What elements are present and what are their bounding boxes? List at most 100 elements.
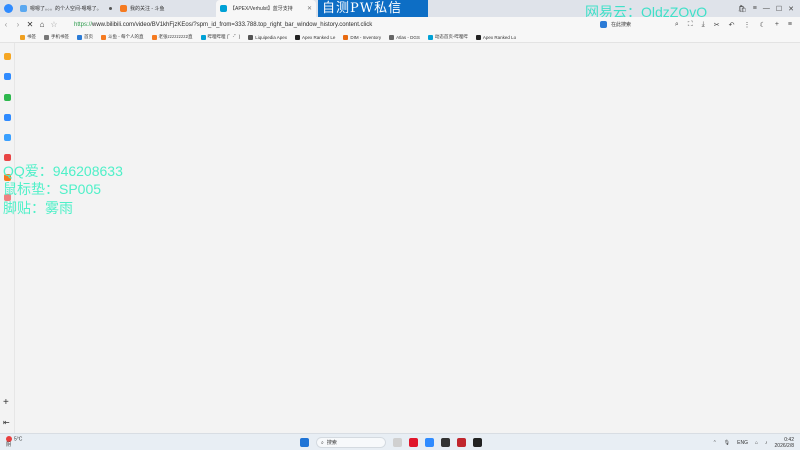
collapse-sidebar-icon[interactable]: ⇤ xyxy=(3,418,10,427)
taskbar-center: ⌕ 搜索 xyxy=(300,436,482,449)
bookmark-label: 动态首页-哔哩哔 xyxy=(434,34,468,39)
mic-icon[interactable]: 🎙 xyxy=(724,440,730,446)
bookmark-favicon-icon xyxy=(248,34,254,40)
taskbar-search-label: 搜索 xyxy=(326,440,337,446)
bookmark-item[interactable]: 哔哩哔哩 (゜-゜) xyxy=(200,34,241,40)
search-hint-text: 在此搜索 xyxy=(611,22,632,28)
browser-icon[interactable] xyxy=(425,438,434,447)
sidebar-app-icon[interactable] xyxy=(4,154,11,161)
bookmark-star-icon xyxy=(20,34,25,40)
tab-1[interactable]: 嗯嗯了。。。的个人空间-嗯嗯了。 xyxy=(16,0,116,17)
forward-button[interactable]: › xyxy=(12,20,24,29)
back-button[interactable]: ‹ xyxy=(0,20,12,29)
bookmark-label: Apex Ranked Le xyxy=(302,34,336,40)
app-icon[interactable] xyxy=(473,438,482,447)
bookmark-favicon-icon xyxy=(343,34,349,40)
bookmark-label: DIM - Inventory xyxy=(350,34,382,40)
left-sidebar: + ⇤ xyxy=(0,43,15,433)
add-sidebar-app-icon[interactable]: + xyxy=(3,397,9,408)
download-icon[interactable]: ⤓ xyxy=(702,21,705,29)
bookmark-label: Atlas - DGS xyxy=(396,34,420,40)
network-icon[interactable]: ⌂ xyxy=(755,440,758,446)
bookmark-favicon-icon xyxy=(200,34,206,40)
home-button[interactable]: ⌂ xyxy=(36,20,48,29)
bookmark-item[interactable]: 动态首页-哔哩哔 xyxy=(427,34,468,40)
more-icon[interactable]: ⋮ xyxy=(744,21,751,29)
search-engine-icon xyxy=(600,21,607,28)
bookmark-label: 哔哩哔哩 (゜-゜) xyxy=(207,34,241,39)
tab-title: 我的关注 - 斗鱼 xyxy=(130,6,165,12)
tab-favicon-icon xyxy=(20,5,27,12)
netease-music-icon[interactable] xyxy=(409,438,418,447)
system-tray: ⌃ 🎙 ENG ⌂ ♪ 0:42 2026/2/8 xyxy=(713,436,794,449)
temperature: 5°C xyxy=(14,436,23,443)
bookmark-item[interactable]: 手机书签 xyxy=(44,34,69,40)
apex-icon[interactable] xyxy=(457,438,466,447)
bookmark-item[interactable]: DIM - Inventory xyxy=(343,34,382,40)
bookmark-favicon-icon xyxy=(77,34,82,40)
night-mode-icon[interactable]: ☾ xyxy=(760,21,766,29)
weather-widget[interactable]: 5°C 阴 xyxy=(6,436,22,448)
bookmark-star-icon[interactable]: ☆ xyxy=(48,20,60,29)
maximize-button[interactable]: ☐ xyxy=(776,5,782,13)
sidebar-app-icon[interactable] xyxy=(4,134,11,141)
shopping-bag-icon[interactable]: 🛍 xyxy=(738,5,747,13)
close-window-button[interactable]: ✕ xyxy=(788,5,794,13)
toolbar-right: ⌕ ⛶ ⤓ ✂ ↶ ⋮ ☾ + ≡ xyxy=(675,17,800,32)
weather-condition: 阴 xyxy=(6,442,12,449)
bookmark-item[interactable]: Atlas - DGS xyxy=(389,34,420,40)
search-box[interactable]: 在此搜索 xyxy=(600,17,631,32)
bookmark-favicon-icon xyxy=(389,34,395,40)
bookmark-label: 手机书签 xyxy=(51,34,69,39)
overlay-sticker-text: 脚贴：雾雨 xyxy=(3,200,73,216)
taskbar-search[interactable]: ⌕ 搜索 xyxy=(316,437,386,448)
app-icon[interactable] xyxy=(441,438,450,447)
bookmark-item[interactable]: Liquipedia Apex xyxy=(248,34,288,40)
windows-start-icon[interactable] xyxy=(300,438,309,447)
bookmark-item[interactable]: Apex Ranked Le xyxy=(295,34,336,40)
date: 2026/2/8 xyxy=(774,442,794,449)
tools-icon[interactable]: ✂ xyxy=(714,21,720,29)
bookmark-label: 斗鱼 - 每个人的直 xyxy=(108,34,144,39)
bookmark-favicon-icon xyxy=(295,34,301,40)
volume-icon[interactable]: ♪ xyxy=(765,440,768,446)
tab-3-active[interactable]: 【APEX/Verhulst】蓝牙支持 ✕ xyxy=(216,0,316,17)
close-tab-icon[interactable]: ✕ xyxy=(307,5,312,12)
sidebar-app-icon[interactable] xyxy=(4,94,11,101)
browser-logo-icon[interactable] xyxy=(0,0,16,17)
app-icon[interactable] xyxy=(393,438,402,447)
tab-2[interactable]: 我的关注 - 斗鱼 xyxy=(116,0,216,17)
tray-expand-icon[interactable]: ⌃ xyxy=(713,440,717,446)
overflow-menu-icon[interactable]: ≡ xyxy=(788,21,792,28)
add-icon[interactable]: + xyxy=(775,21,779,28)
language-indicator[interactable]: ENG xyxy=(737,440,748,446)
url-scheme: https:// xyxy=(74,21,93,28)
audio-indicator-icon xyxy=(109,7,112,10)
bookmark-favicon-icon xyxy=(427,34,433,40)
bookmark-item[interactable]: 斗鱼 - 每个人的直 xyxy=(101,34,144,40)
overlay-mousepad-text: 鼠标垫：SP005 xyxy=(3,181,102,197)
url-field[interactable]: https://www.bilibili.com/video/BV1khFjzK… xyxy=(74,22,372,28)
bookmark-label: Liquipedia Apex xyxy=(255,34,288,40)
stop-loading-button[interactable]: ✕ xyxy=(24,20,36,29)
overlay-qq-text: QQ爱：946208633 xyxy=(3,163,123,179)
sidebar-app-icon[interactable] xyxy=(4,73,11,80)
minimize-button[interactable]: — xyxy=(763,5,770,12)
bookmark-favicon-icon xyxy=(101,34,106,40)
clock[interactable]: 0:42 2026/2/8 xyxy=(775,437,794,449)
bookmark-item[interactable]: 首页 xyxy=(77,34,93,40)
search-icon: ⌕ xyxy=(321,439,324,446)
sidebar-app-icon[interactable] xyxy=(4,53,11,60)
bookmark-favicon-icon xyxy=(151,34,157,40)
url-text: www.bilibili.com/video/BV1khFjzKEos/?spm… xyxy=(92,21,373,28)
bookmark-item[interactable]: Apex Ranked Lo xyxy=(475,34,516,40)
menu-icon[interactable]: ≡ xyxy=(753,5,757,12)
bookmark-item[interactable]: 书签 xyxy=(20,34,36,40)
bookmarks-bar: 书签 手机书签 首页 斗鱼 - 每个人的直 老张zzzzzzzz2直 哔哩哔哩 (゜-゜)… xyxy=(0,32,800,43)
screenshot-icon[interactable]: ⛶ xyxy=(688,21,693,29)
bookmark-label: 书签 xyxy=(27,34,36,39)
bookmark-item[interactable]: 老张zzzzzzzz2直 xyxy=(151,34,193,40)
sidebar-app-icon[interactable] xyxy=(4,114,11,121)
search-icon[interactable]: ⌕ xyxy=(675,21,679,29)
undo-icon[interactable]: ↶ xyxy=(729,21,735,29)
